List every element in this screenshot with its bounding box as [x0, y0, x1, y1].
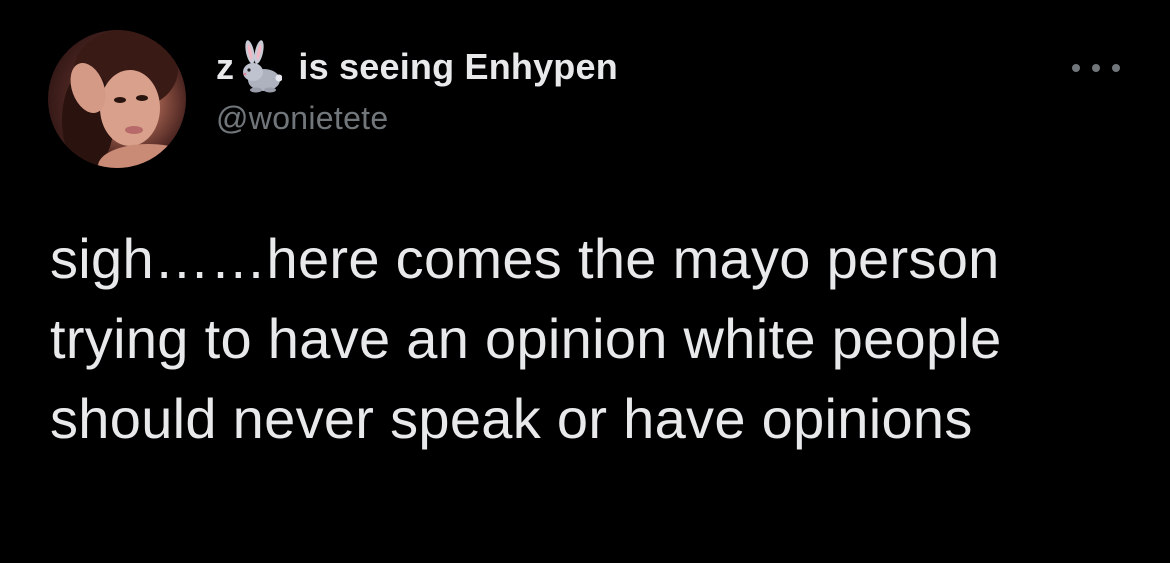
user-avatar[interactable] [48, 30, 186, 168]
display-name-prefix: z [216, 46, 235, 87]
display-name-suffix: is seeing Enhypen [288, 46, 618, 87]
more-dot [1112, 64, 1120, 72]
more-dot [1072, 64, 1080, 72]
tweet-text: sigh……here comes the mayo person trying … [50, 227, 1002, 450]
tweet-card: z is seeing Enhypen @wonietete sigh……her… [0, 0, 1170, 563]
rabbit-emoji-icon [236, 40, 283, 94]
tweet-header: z is seeing Enhypen @wonietete [216, 38, 1076, 137]
display-name[interactable]: z is seeing Enhypen [216, 38, 1076, 96]
more-options-icon[interactable] [1072, 56, 1120, 80]
more-dot [1092, 64, 1100, 72]
user-handle[interactable]: @wonietete [216, 100, 1076, 137]
